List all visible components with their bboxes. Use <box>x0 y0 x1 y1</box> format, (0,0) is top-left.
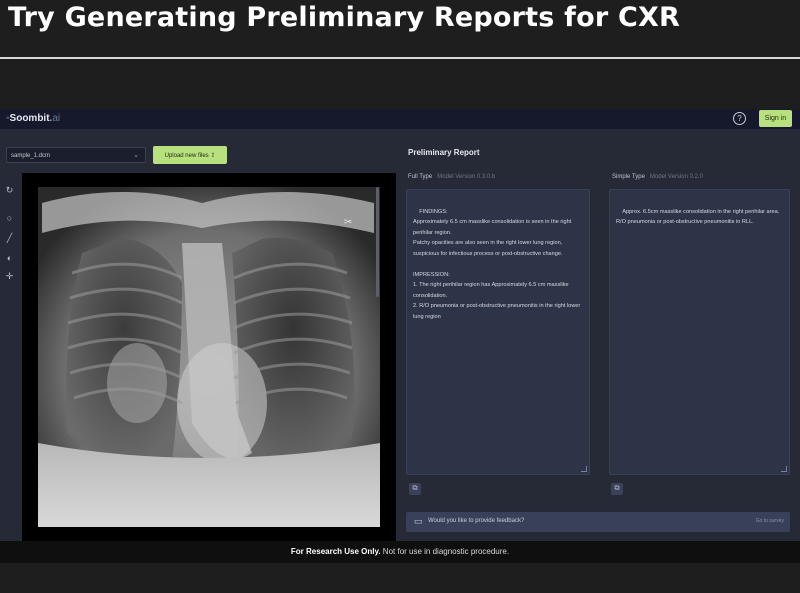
simple-report-textarea[interactable]: Approx. 6.5cm masslike consolidation in … <box>609 189 790 475</box>
xray-viewer[interactable]: ✂ <box>22 173 396 541</box>
logo-name: Soombit <box>9 113 50 124</box>
feedback-bar[interactable]: ▭ Would you like to provide feedback? Go… <box>406 512 790 532</box>
chest-xray-image: ✂ <box>38 187 380 527</box>
resize-handle[interactable] <box>581 466 587 472</box>
chevron-down-icon: ⌄ <box>133 152 139 159</box>
app-topbar: ◦Soombit.ai ? Sign in <box>0 109 800 130</box>
ruler-icon[interactable]: ╱ <box>4 233 15 244</box>
app-logo[interactable]: ◦Soombit.ai <box>6 113 60 124</box>
feedback-text: Would you like to provide feedback? <box>428 518 525 524</box>
full-type-label: Full Type <box>408 174 433 180</box>
full-type-header: Full Type Model Version 0.3.0.b <box>408 174 495 180</box>
marker-icon: ✂ <box>344 217 352 228</box>
full-report-text: FINDINGS: Approximately 6.5 cm masslike … <box>413 208 581 320</box>
heading-divider <box>0 57 800 59</box>
copy-simple-icon[interactable]: ⧉ <box>611 483 623 495</box>
logo-suffix: ai <box>52 113 61 124</box>
simple-type-label: Simple Type <box>612 174 645 180</box>
rotate-icon[interactable]: ↻ <box>4 185 15 196</box>
chat-icon: ▭ <box>414 516 423 526</box>
footer-disclaimer: For Research Use Only. Not for use in di… <box>0 547 800 556</box>
upload-files-button[interactable]: Upload new files ⇪ <box>153 146 227 164</box>
footer-rest: Not for use in diagnostic procedure. <box>380 547 510 556</box>
upload-label: Upload new files <box>164 152 209 159</box>
pan-icon[interactable]: ✛ <box>4 271 15 282</box>
copy-full-icon[interactable]: ⧉ <box>409 483 421 495</box>
footer-bold: For Research Use Only. <box>290 547 381 556</box>
full-report-textarea[interactable]: FINDINGS: Approximately 6.5 cm masslike … <box>406 189 590 475</box>
simple-type-version: Model Version 0.2.0 <box>649 174 703 180</box>
full-type-version: Model Version 0.3.0.b <box>437 174 496 180</box>
viewer-toolbar: ↻ ○ ╱ ◐ ✛ <box>0 179 20 299</box>
resize-handle[interactable] <box>781 466 787 472</box>
file-select[interactable]: sample_1.dcm ⌄ <box>6 147 146 163</box>
report-title: Preliminary Report <box>408 148 480 157</box>
upload-icon: ⇪ <box>210 152 216 159</box>
footer-bar: For Research Use Only. Not for use in di… <box>0 541 800 563</box>
contrast-icon[interactable]: ◐ <box>4 253 15 264</box>
file-select-value: sample_1.dcm <box>11 153 51 159</box>
help-icon[interactable]: ? <box>733 112 746 125</box>
simple-report-text: Approx. 6.5cm masslike consolidation in … <box>616 208 780 226</box>
app-window: ◦Soombit.ai ? Sign in sample_1.dcm ⌄ Upl… <box>0 109 800 541</box>
signin-button[interactable]: Sign in <box>759 110 792 127</box>
feedback-link[interactable]: Go to survey <box>756 518 784 524</box>
zoom-icon[interactable]: ○ <box>4 213 15 224</box>
simple-type-header: Simple Type Model Version 0.2.0 <box>612 174 703 180</box>
viewer-scrollbar[interactable] <box>376 187 379 297</box>
page-heading: Try Generating Preliminary Reports for C… <box>8 2 680 33</box>
